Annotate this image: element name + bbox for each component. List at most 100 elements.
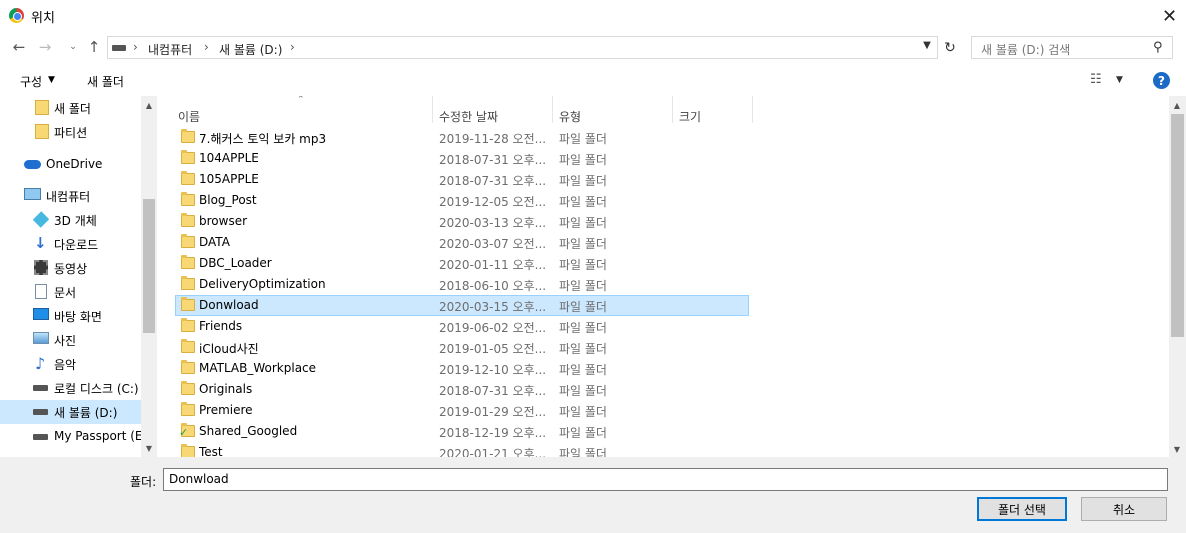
table-row[interactable]: Blog_Post 2019-12-05 오전... 파일 폴더 <box>175 190 749 211</box>
scroll-up-icon[interactable]: ▲ <box>141 98 157 112</box>
folder-icon <box>181 234 195 248</box>
column-divider[interactable] <box>672 96 673 123</box>
breadcrumb-separator: › <box>204 40 209 54</box>
file-list-scrollbar-thumb[interactable] <box>1171 114 1184 337</box>
folder-icon <box>181 444 195 457</box>
table-row[interactable]: 104APPLE 2018-07-31 오후... 파일 폴더 <box>175 148 749 169</box>
table-row[interactable]: MATLAB_Workplace 2019-12-10 오후... 파일 폴더 <box>175 358 749 379</box>
column-header-date[interactable]: 수정한 날짜 <box>439 108 498 125</box>
address-bar[interactable]: › 내컴퓨터 › 새 볼륨 (D:) › ▼ <box>107 36 938 59</box>
chrome-icon <box>9 8 24 23</box>
sort-ascending-icon: ⌃ <box>297 96 305 105</box>
table-row-selected[interactable]: Donwload 2020-03-15 오후... 파일 폴더 <box>175 295 749 316</box>
folder-name-input[interactable]: Donwload <box>163 468 1168 491</box>
folder-icon <box>181 213 195 227</box>
nav-item-videos[interactable]: 동영상 <box>0 256 141 280</box>
nav-item-music[interactable]: ♪ 음악 <box>0 352 141 376</box>
nav-item-this-pc[interactable]: 내컴퓨터 <box>0 184 141 208</box>
scroll-up-icon[interactable]: ▲ <box>1169 98 1185 112</box>
file-list: ⌃ 이름 수정한 날짜 유형 크기 7.해커스 토익 보카 mp3 2019-1… <box>157 96 1169 457</box>
table-row[interactable]: Originals 2018-07-31 오후... 파일 폴더 <box>175 379 749 400</box>
folder-icon <box>181 297 195 311</box>
search-placeholder: 새 볼륨 (D:) 검색 <box>981 43 1071 57</box>
table-row[interactable]: Test 2020-01-21 오후... 파일 폴더 <box>175 442 749 457</box>
drive-icon <box>33 434 48 440</box>
nav-item-drive-c[interactable]: 로컬 디스크 (C:) <box>0 376 141 400</box>
table-row[interactable]: DBC_Loader 2020-01-11 오후... 파일 폴더 <box>175 253 749 274</box>
nav-item-desktop[interactable]: 바탕 화면 <box>0 304 141 328</box>
folder-icon <box>181 171 195 185</box>
column-divider[interactable] <box>552 96 553 123</box>
table-row[interactable]: Friends 2019-06-02 오전... 파일 폴더 <box>175 316 749 337</box>
document-icon <box>35 284 47 299</box>
recent-locations-button[interactable]: ⌄ <box>63 37 83 57</box>
desktop-icon <box>33 308 49 320</box>
folder-icon <box>181 402 195 416</box>
drive-icon <box>112 45 126 51</box>
nav-item-drive-e[interactable]: My Passport (E:) <box>0 425 151 449</box>
forward-button[interactable]: → <box>35 37 55 57</box>
nav-item-documents[interactable]: 문서 <box>0 280 141 304</box>
nav-item-downloads[interactable]: ↓ 다운로드 <box>0 232 141 256</box>
nav-item-partition[interactable]: 파티션 <box>0 120 141 144</box>
table-row[interactable]: browser 2020-03-13 오후... 파일 폴더 <box>175 211 749 232</box>
nav-item-onedrive[interactable]: OneDrive <box>0 153 141 177</box>
new-folder-button[interactable]: 새 폴더 <box>87 73 124 90</box>
table-row[interactable]: 105APPLE 2018-07-31 오후... 파일 폴더 <box>175 169 749 190</box>
nav-item-pictures[interactable]: 사진 <box>0 328 141 352</box>
scroll-down-icon[interactable]: ▼ <box>1169 442 1185 456</box>
folder-icon <box>181 129 195 143</box>
nav-item-new-folder[interactable]: 새 폴더 <box>0 96 141 120</box>
onedrive-icon <box>24 160 41 169</box>
close-button[interactable]: ✕ <box>1153 0 1186 32</box>
refresh-icon: ↻ <box>944 39 956 56</box>
download-icon: ↓ <box>34 234 47 252</box>
organize-button[interactable]: 구성 <box>20 73 42 90</box>
breadcrumb-separator: › <box>133 40 138 54</box>
select-folder-button[interactable]: 폴더 선택 <box>977 497 1067 521</box>
table-row[interactable]: iCloud사진 2019-01-05 오전... 파일 폴더 <box>175 337 749 358</box>
up-button[interactable]: ↑ <box>84 37 104 57</box>
3d-objects-icon <box>32 211 50 228</box>
navigation-pane: 새 폴더 파티션 OneDrive 내컴퓨터 3D 개체 ↓ 다운로드 동영상 … <box>0 96 157 457</box>
column-divider[interactable] <box>752 96 753 123</box>
table-row[interactable]: Premiere 2019-01-29 오전... 파일 폴더 <box>175 400 749 421</box>
nav-scrollbar-thumb[interactable] <box>143 199 155 333</box>
refresh-button[interactable]: ↻ <box>940 37 960 58</box>
window-title: 위치 <box>31 11 55 26</box>
table-row[interactable]: ✓ Shared_Googled 2018-12-19 오후... 파일 폴더 <box>175 421 749 442</box>
close-icon: ✕ <box>1161 5 1178 27</box>
dialog-footer: 폴더: Donwload 폴더 선택 취소 <box>0 457 1186 533</box>
view-options-icon[interactable]: ☷ <box>1090 72 1102 87</box>
table-row[interactable]: DeliveryOptimization 2018-06-10 오후... 파일… <box>175 274 749 295</box>
folder-icon <box>181 381 195 395</box>
column-header-size[interactable]: 크기 <box>679 108 701 125</box>
nav-item-drive-d[interactable]: 새 볼륨 (D:) <box>0 400 141 424</box>
table-row[interactable]: 7.해커스 토익 보카 mp3 2019-11-28 오전... 파일 폴더 <box>175 127 749 148</box>
column-header-type[interactable]: 유형 <box>559 108 581 125</box>
nav-item-3d-objects[interactable]: 3D 개체 <box>0 208 141 232</box>
scroll-down-icon[interactable]: ▼ <box>141 441 157 455</box>
sync-check-icon: ✓ <box>179 426 189 439</box>
breadcrumb-computer[interactable]: 내컴퓨터 <box>148 41 192 58</box>
folder-icon <box>35 100 49 115</box>
breadcrumb-volume-d[interactable]: 새 볼륨 (D:) <box>219 41 282 58</box>
folder-icon <box>35 124 49 139</box>
table-row[interactable]: DATA 2020-03-07 오전... 파일 폴더 <box>175 232 749 253</box>
title-bar: 위치 ✕ <box>0 0 1186 32</box>
folder-icon <box>181 150 195 164</box>
chevron-down-icon[interactable]: ▼ <box>1116 75 1123 85</box>
folder-icon <box>181 192 195 206</box>
pictures-icon <box>33 332 49 344</box>
back-button[interactable]: ← <box>9 37 29 57</box>
search-input[interactable]: 새 볼륨 (D:) 검색 ⚲ <box>971 36 1173 59</box>
drive-icon <box>33 385 48 391</box>
cancel-button[interactable]: 취소 <box>1081 497 1167 521</box>
video-icon <box>34 260 48 275</box>
chevron-down-icon[interactable]: ▼ <box>920 40 934 56</box>
help-icon[interactable]: ? <box>1153 72 1170 89</box>
folder-icon <box>181 255 195 269</box>
music-icon: ♪ <box>35 354 46 373</box>
column-header-name[interactable]: 이름 <box>178 108 200 125</box>
column-divider[interactable] <box>432 96 433 123</box>
